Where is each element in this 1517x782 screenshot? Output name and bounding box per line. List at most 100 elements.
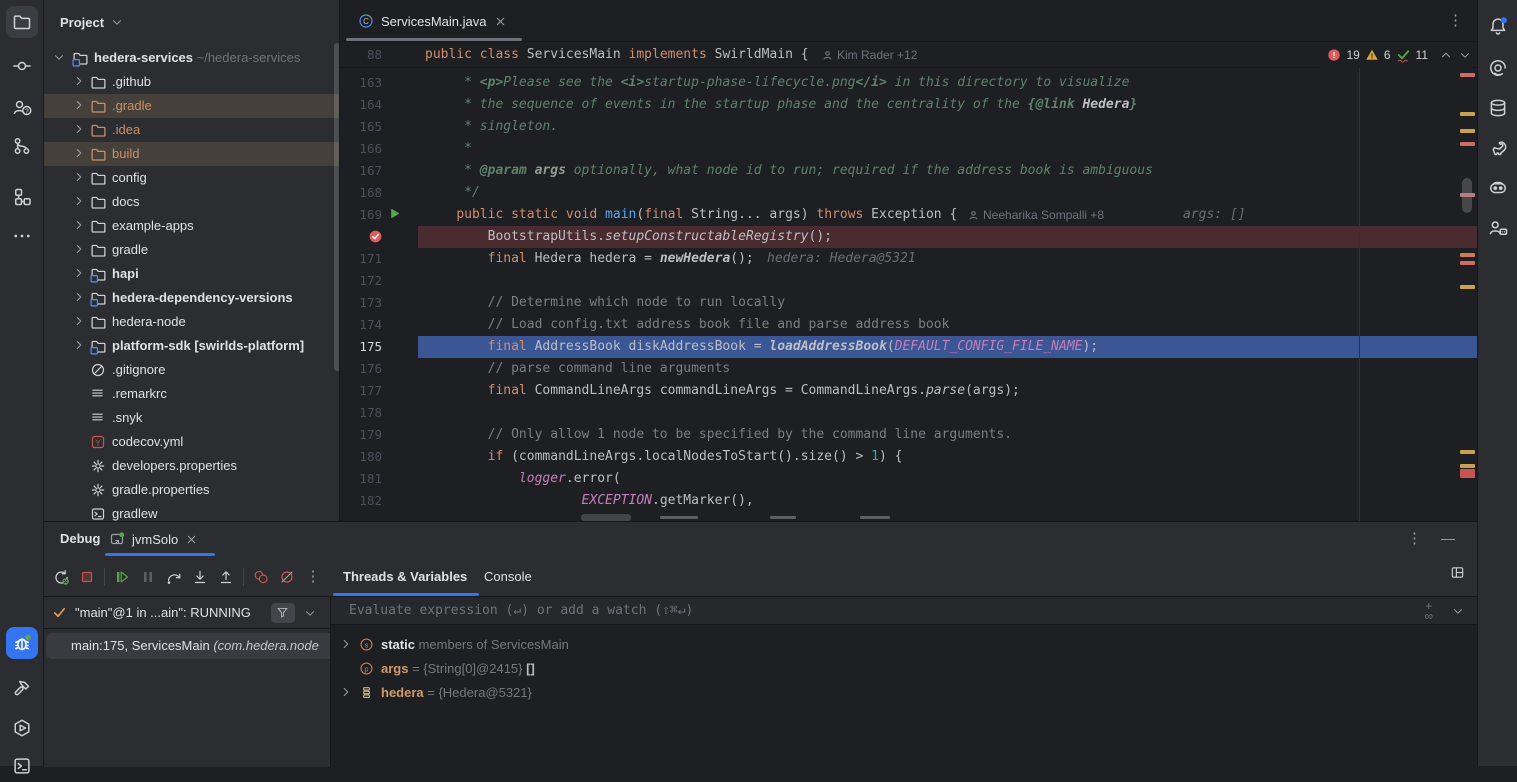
code-line-175[interactable]: 175 final AddressBook diskAddressBook = … (340, 336, 1477, 358)
chevron-right-icon[interactable] (72, 146, 86, 160)
line-number[interactable]: 178 (340, 402, 382, 424)
mute-breakpoints-button[interactable] (274, 564, 300, 590)
debug-bug-tool-button[interactable] (6, 627, 38, 659)
code-line-177[interactable]: 177 final CommandLineArgs commandLineArg… (340, 380, 1477, 402)
code-line-182[interactable]: 182 EXCEPTION.getMarker(), (340, 490, 1477, 512)
close-icon[interactable] (185, 533, 198, 546)
more-tools-tool-button[interactable] (6, 220, 38, 252)
line-number[interactable]: 177 (340, 380, 382, 402)
line-number[interactable]: 164 (340, 94, 382, 116)
error-stripe-mark[interactable] (1460, 464, 1475, 468)
git-branch-tool-button[interactable] (6, 130, 38, 162)
tree-item-docs[interactable]: docs (44, 190, 339, 214)
add-watch-icon[interactable]: +∞ (1424, 601, 1433, 621)
error-stripe-mark[interactable] (1460, 193, 1475, 197)
line-number[interactable]: 166 (340, 138, 382, 160)
error-stripe-mark[interactable] (1460, 450, 1475, 454)
tree-item-gitignore[interactable]: .gitignore (44, 358, 339, 382)
tree-item-gradlew[interactable]: gradlew (44, 502, 339, 521)
chevron-right-icon[interactable] (72, 98, 86, 112)
database-tool-button[interactable] (1482, 92, 1514, 124)
tab-options-kebab-icon[interactable]: ⋮ (1448, 11, 1463, 29)
ai-assistant-tool-button[interactable] (1482, 52, 1514, 84)
debug-options-kebab-icon[interactable]: ⋮ (1407, 529, 1422, 547)
next-problem-chevron-down-icon[interactable] (1458, 48, 1472, 62)
code-line-165[interactable]: 165 * singleton. (340, 116, 1477, 138)
tree-item-codecovyml[interactable]: Ycodecov.yml (44, 430, 339, 454)
structure-tool-button[interactable] (6, 181, 38, 213)
chevron-right-icon[interactable] (72, 314, 86, 328)
code-line-181[interactable]: 181 logger.error( (340, 468, 1477, 490)
line-number[interactable]: 169 (340, 204, 382, 226)
stack-frame-row[interactable]: main:175, ServicesMain (com.hedera.node (46, 633, 330, 659)
chevron-right-icon[interactable] (72, 218, 86, 232)
error-stripe-mark[interactable] (1460, 129, 1475, 133)
tree-item-platform-sdk[interactable]: platform-sdk [swirlds-platform] (44, 334, 339, 358)
project-folder-tool-button[interactable] (6, 6, 38, 38)
breakpoint-icon[interactable] (368, 229, 383, 244)
chevron-right-icon[interactable] (72, 122, 86, 136)
resume-button[interactable] (109, 564, 135, 590)
author-annotation[interactable]: Neeharika Sompalli +8 (968, 204, 1104, 226)
commit-tool-button[interactable] (6, 50, 38, 82)
code-line-172[interactable]: 172 (340, 270, 1477, 292)
error-stripe-mark[interactable] (1460, 112, 1475, 116)
tree-item-hedera-services[interactable]: hedera-services ~/hedera-services (44, 46, 339, 70)
variable-row[interactable]: pargs = {String[0]@2415} [] (331, 657, 1477, 681)
line-number[interactable]: 168 (340, 182, 382, 204)
line-number[interactable]: 167 (340, 160, 382, 182)
code-line-178[interactable]: 178 (340, 402, 1477, 424)
code-with-me-tool-button[interactable] (1482, 212, 1514, 244)
line-number[interactable]: 179 (340, 424, 382, 446)
variable-row[interactable]: hedera = {Hedera@5321} (331, 681, 1477, 705)
tree-item-config[interactable]: config (44, 166, 339, 190)
tab-servicesmain[interactable]: C ServicesMain.java (346, 0, 519, 42)
code-line[interactable] (340, 512, 1477, 521)
tree-item-developersproperties[interactable]: developers.properties (44, 454, 339, 478)
minimize-icon[interactable]: — (1441, 530, 1455, 546)
step-over-button[interactable] (161, 564, 187, 590)
tab-threads-variables[interactable]: Threads & Variables (343, 557, 467, 596)
tree-item-idea[interactable]: .idea (44, 118, 339, 142)
code-line-166[interactable]: 166 * (340, 138, 1477, 160)
tree-item-gradle[interactable]: .gradle (44, 94, 339, 118)
prev-problem-chevron-up-icon[interactable] (1439, 48, 1453, 62)
code-line-88[interactable]: 88public class ServicesMain implements S… (340, 42, 1477, 68)
line-number[interactable]: 174 (340, 314, 382, 336)
project-panel-header[interactable]: Project (44, 0, 339, 44)
chevron-right-icon[interactable] (72, 242, 86, 256)
code-line-174[interactable]: 174 // Load config.txt address book file… (340, 314, 1477, 336)
run-method-icon[interactable] (388, 207, 401, 220)
passed-count-icon[interactable] (1396, 48, 1411, 63)
code-line-167[interactable]: 167 * @param args optionally, what node … (340, 160, 1477, 182)
error-stripe-mark[interactable] (1460, 261, 1475, 265)
sticky-header-line[interactable]: 88public class ServicesMain implements S… (340, 42, 1477, 68)
line-number[interactable]: 171 (340, 248, 382, 270)
variable-row[interactable]: sstatic members of ServicesMain (331, 633, 1477, 657)
view-breakpoints-button[interactable] (248, 564, 274, 590)
line-number[interactable]: 176 (340, 358, 382, 380)
copilot-tool-button[interactable] (1482, 172, 1514, 204)
error-stripe-mark[interactable] (1460, 142, 1475, 146)
tree-item-gradle[interactable]: gradle (44, 238, 339, 262)
chevron-right-icon[interactable] (72, 194, 86, 208)
code-line-179[interactable]: 179 // Only allow 1 node to be specified… (340, 424, 1477, 446)
line-number[interactable]: 181 (340, 468, 382, 490)
tree-item-hapi[interactable]: hapi (44, 262, 339, 286)
code-line-163[interactable]: 163 * <p>Please see the <i>startup-phase… (340, 72, 1477, 94)
line-number[interactable]: 163 (340, 72, 382, 94)
evaluate-expression-field[interactable]: Evaluate expression (↵) or add a watch (… (331, 597, 1477, 625)
chevron-down-icon[interactable] (52, 50, 66, 64)
tree-item-github[interactable]: .github (44, 70, 339, 94)
tree-item-gradleproperties[interactable]: gradle.properties (44, 478, 339, 502)
people-question-tool-button[interactable]: ? (6, 91, 38, 123)
error-count-icon[interactable]: ! (1327, 48, 1341, 62)
chevron-right-icon[interactable] (72, 74, 86, 88)
code-line-176[interactable]: 176 // parse command line arguments (340, 358, 1477, 380)
pause-button[interactable] (135, 564, 161, 590)
code-line-171[interactable]: 171 final Hedera hedera = newHedera();he… (340, 248, 1477, 270)
kebab-button[interactable]: ⋮ (300, 564, 326, 590)
rerun-button[interactable] (48, 564, 74, 590)
tree-item-snyk[interactable]: .snyk (44, 406, 339, 430)
chevron-right-icon[interactable] (72, 338, 86, 352)
